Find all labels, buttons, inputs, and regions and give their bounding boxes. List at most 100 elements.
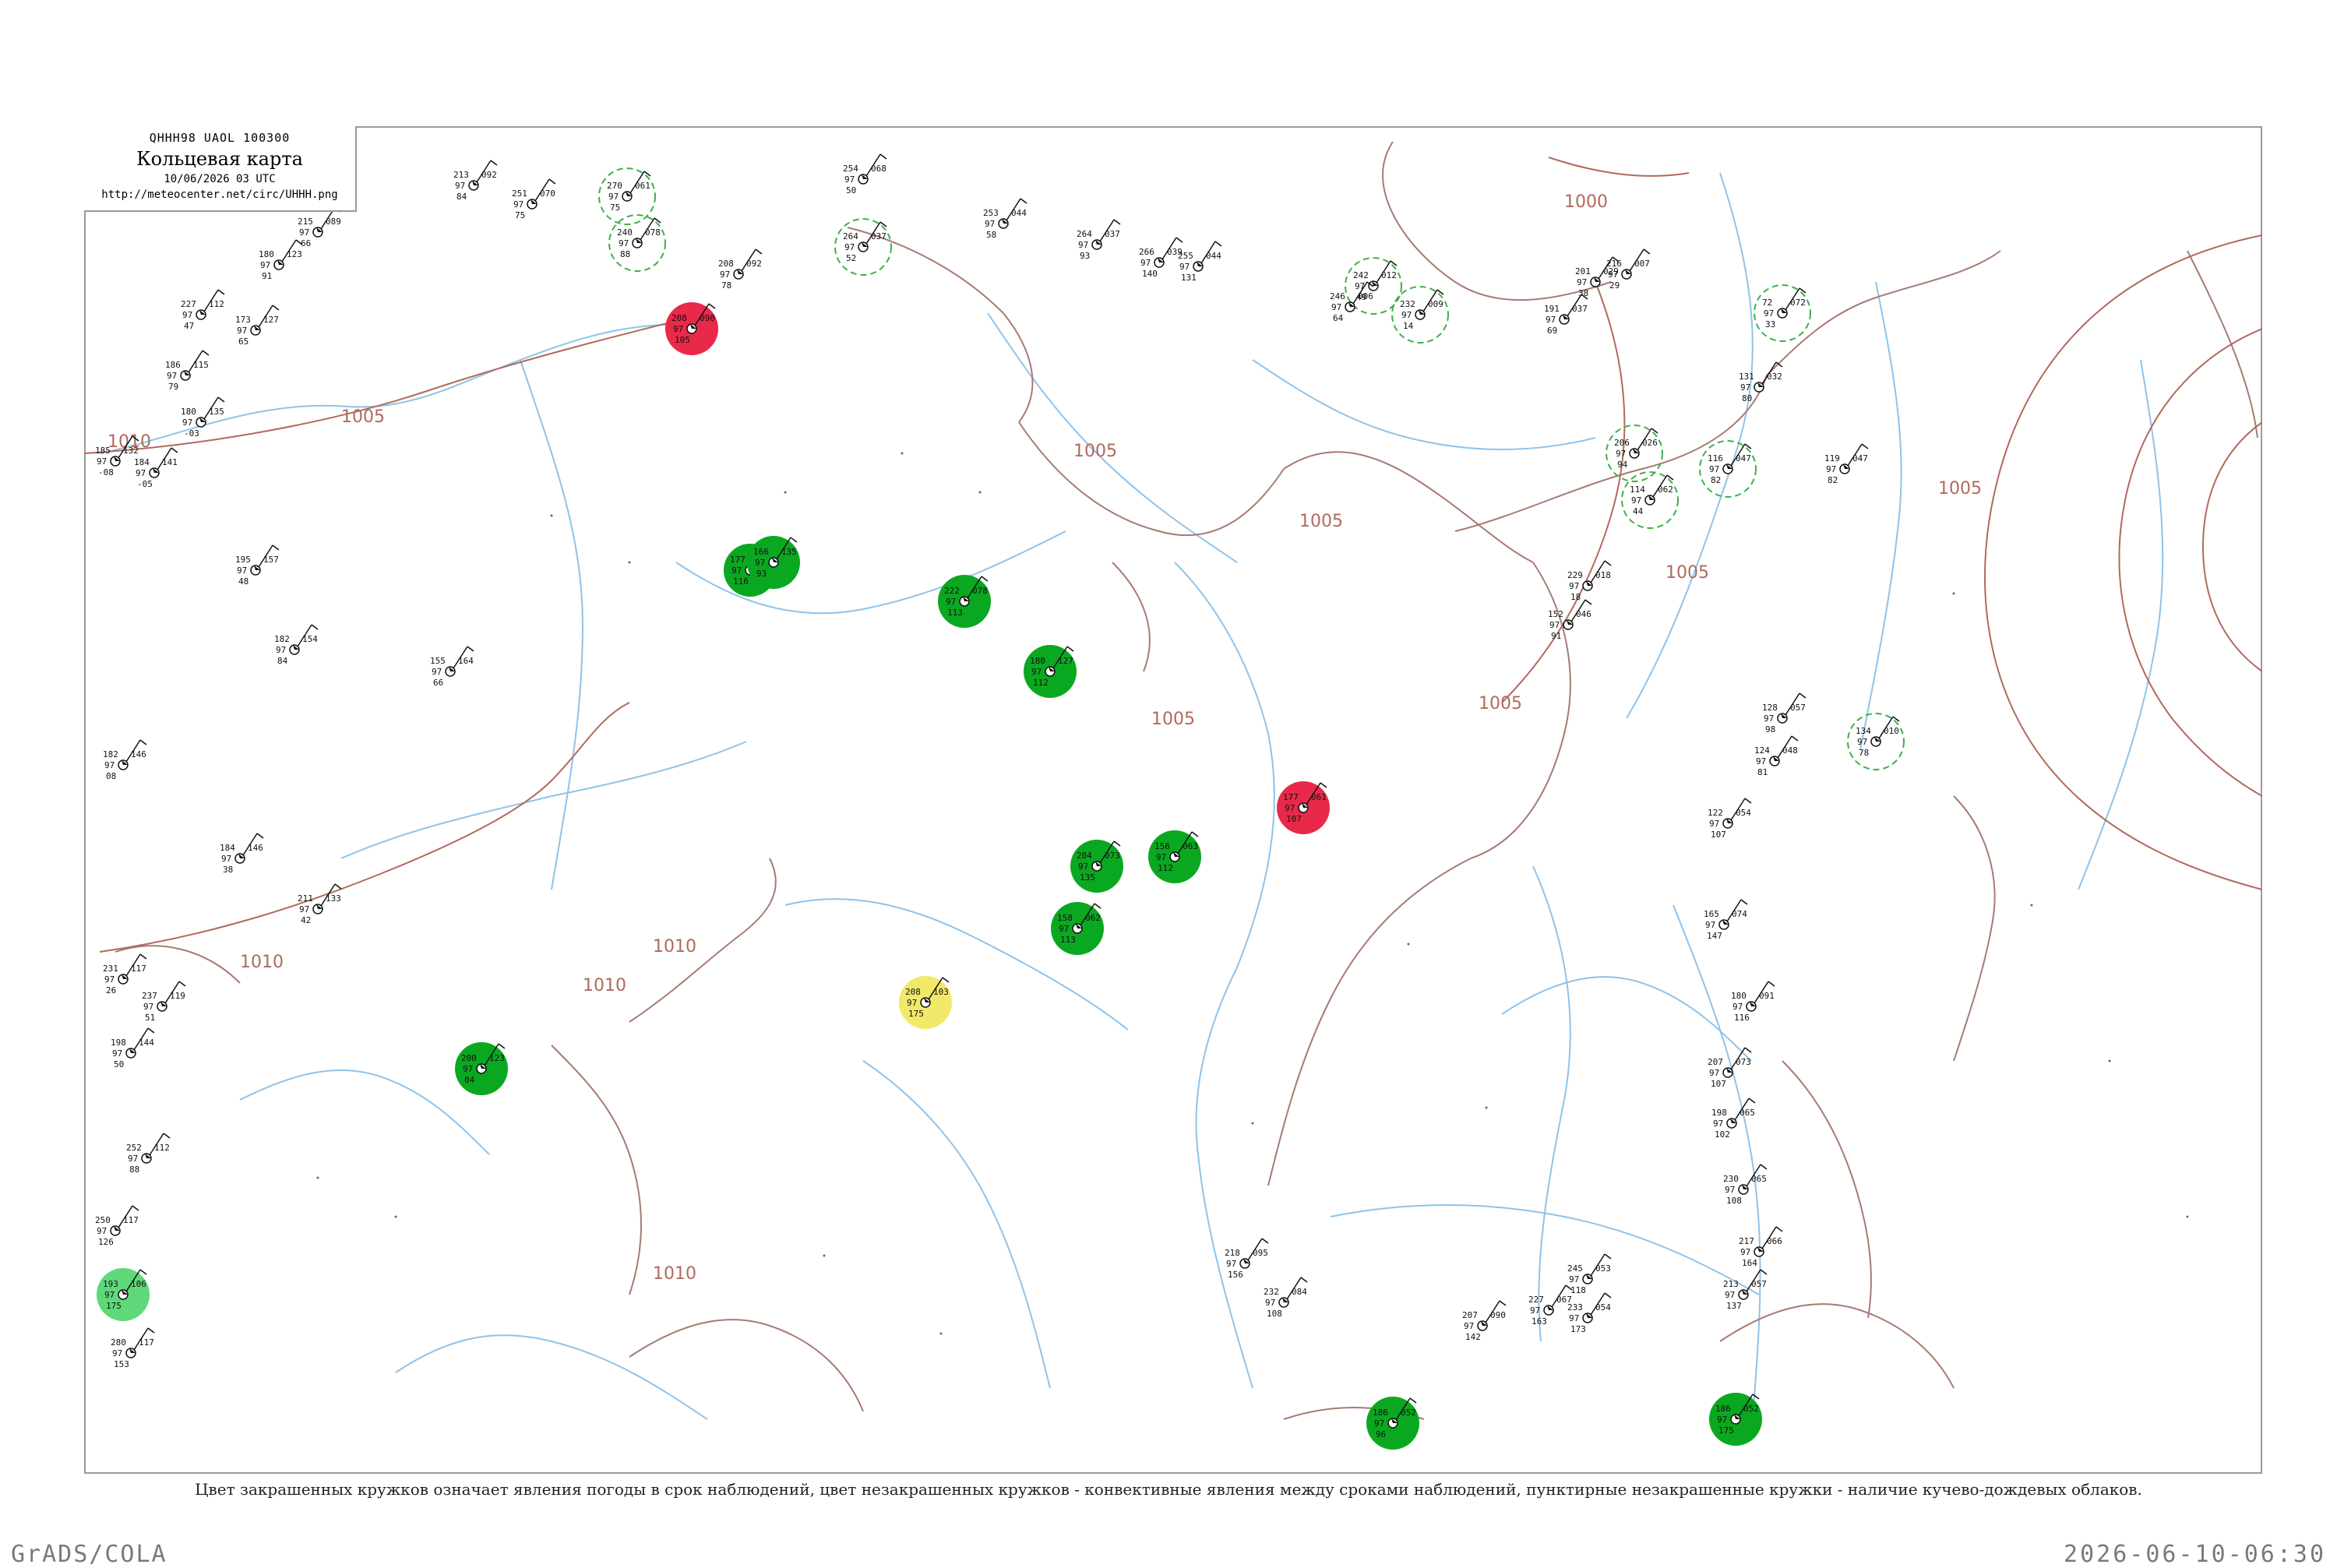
pressure-label: 092	[481, 170, 497, 180]
isobar-label: 1010	[653, 937, 696, 957]
station: 232 009 9714	[1391, 286, 1449, 344]
station: 222 078 97113	[938, 575, 991, 628]
wind-feather-icon	[217, 289, 225, 295]
wind-feather-icon	[755, 248, 763, 255]
dewpoint-label: 126	[98, 1237, 114, 1247]
isobar-line	[2118, 328, 2262, 797]
station: 128 057 9798	[1762, 692, 1807, 735]
pressure-label: 073	[1736, 1057, 1751, 1067]
visibility-label: 97	[1078, 240, 1088, 250]
temperature-label: 208	[718, 259, 734, 269]
station: 119 047 9782	[1824, 443, 1869, 485]
station: 122 054 97107	[1708, 798, 1752, 840]
temperature-label: 180	[1030, 656, 1045, 666]
map-source-url[interactable]: http://meteocenter.net/circ/UHHH.png	[84, 189, 355, 201]
pressure-label: 048	[1782, 745, 1798, 756]
dewpoint-label: 26	[106, 985, 116, 995]
wind-feather-icon	[256, 833, 264, 839]
wind-feather-icon	[1861, 443, 1869, 449]
visibility-label: 97	[1577, 277, 1587, 287]
station: 251 070 9775	[512, 178, 556, 220]
station: 134 010 9778	[1847, 713, 1905, 770]
dewpoint-label: 82	[1711, 475, 1721, 485]
station: 227 067 97163	[1528, 1284, 1573, 1327]
pressure-label: 046	[1576, 609, 1591, 619]
wind-feather-icon	[1744, 1047, 1752, 1053]
wind-feather-icon	[1020, 198, 1028, 204]
coastline	[847, 227, 1034, 423]
wind-feather-icon	[139, 1269, 147, 1275]
isobar-label: 1010	[240, 953, 284, 972]
temperature-label: 180	[1731, 991, 1747, 1001]
station: 177 061 97107	[1277, 781, 1330, 834]
temperature-label: 128	[1762, 703, 1778, 713]
station: 245 053 97118	[1567, 1253, 1612, 1295]
wind-feather-icon	[790, 537, 798, 543]
temperature-label: 217	[1739, 1236, 1754, 1246]
visibility-label: 97	[1713, 1119, 1723, 1129]
temperature-label: 177	[730, 555, 746, 565]
temperature-label: 231	[103, 964, 118, 974]
wind-feather-icon	[178, 981, 186, 987]
visibility-label: 97	[1569, 1313, 1579, 1323]
pressure-label: 127	[263, 315, 279, 325]
visibility-label: 97	[143, 1002, 153, 1012]
dewpoint-label: 113	[947, 608, 963, 618]
map-datetime: 10/06/2026 03 UTC	[164, 173, 276, 185]
isobar-label: 1010	[653, 1264, 696, 1284]
station: 232 084 97108	[1264, 1277, 1308, 1319]
dewpoint-label: 164	[1742, 1258, 1757, 1268]
pressure-label: 074	[1732, 909, 1747, 919]
pressure-label: 117	[131, 964, 146, 974]
visibility-label: 97	[844, 242, 855, 252]
visibility-label: 97	[1616, 449, 1626, 459]
dewpoint-label: 64	[1333, 313, 1344, 323]
grid-point-dot	[901, 452, 904, 455]
dewpoint-label: 51	[145, 1013, 155, 1023]
pressure-label: 062	[1658, 484, 1673, 495]
isobar-label: 1000	[1564, 192, 1608, 212]
visibility-label: 97	[1078, 862, 1088, 872]
visibility-label: 97	[1140, 258, 1151, 268]
dewpoint-label: 108	[1726, 1196, 1742, 1206]
visibility-label: 97	[1705, 920, 1715, 930]
coastline	[1112, 562, 1151, 672]
river-line	[1673, 904, 1761, 1436]
wind-feather-icon	[1744, 443, 1752, 449]
temperature-label: 204	[1077, 851, 1092, 861]
pressure-label: 062	[1085, 913, 1101, 923]
temperature-label: 200	[461, 1053, 477, 1063]
pressure-label: 135	[209, 407, 224, 417]
temperature-label: 264	[843, 231, 858, 241]
visibility-label: 97	[104, 974, 115, 985]
wind-feather-icon	[1799, 692, 1807, 699]
visibility-label: 97	[1179, 262, 1190, 272]
visibility-label: 97	[260, 260, 270, 270]
isobar-line	[1548, 157, 1690, 177]
dewpoint-label: 08	[106, 771, 116, 781]
wind-feather-icon	[132, 1205, 139, 1211]
visibility-label: 97	[1631, 495, 1641, 506]
temperature-label: 218	[1225, 1248, 1240, 1258]
visibility-label: 97	[907, 998, 917, 1008]
visibility-label: 97	[432, 667, 442, 677]
pressure-label: 061	[1311, 792, 1327, 802]
pressure-label: 065	[1740, 1108, 1755, 1118]
wind-feather-icon	[1740, 899, 1748, 905]
wind-feather-icon	[1651, 428, 1658, 434]
visibility-label: 97	[136, 468, 146, 478]
wind-feather-icon	[1584, 599, 1592, 605]
wind-feather-icon	[1499, 1300, 1507, 1306]
station: 254 068 9750	[843, 153, 887, 196]
wind-feather-icon	[1320, 782, 1327, 788]
visibility-label: 97	[112, 1048, 122, 1059]
wind-feather-icon	[147, 1327, 155, 1334]
grid-point-dot	[1952, 592, 1955, 595]
visibility-label: 97	[299, 227, 309, 238]
wind-feather-icon	[1094, 903, 1102, 909]
temperature-label: 230	[1723, 1174, 1739, 1184]
visibility-label: 97	[1732, 1002, 1743, 1012]
isobar-label: 1005	[1938, 479, 1982, 499]
pressure-label: 065	[1751, 1174, 1767, 1184]
temperature-label: 186	[1373, 1408, 1388, 1418]
